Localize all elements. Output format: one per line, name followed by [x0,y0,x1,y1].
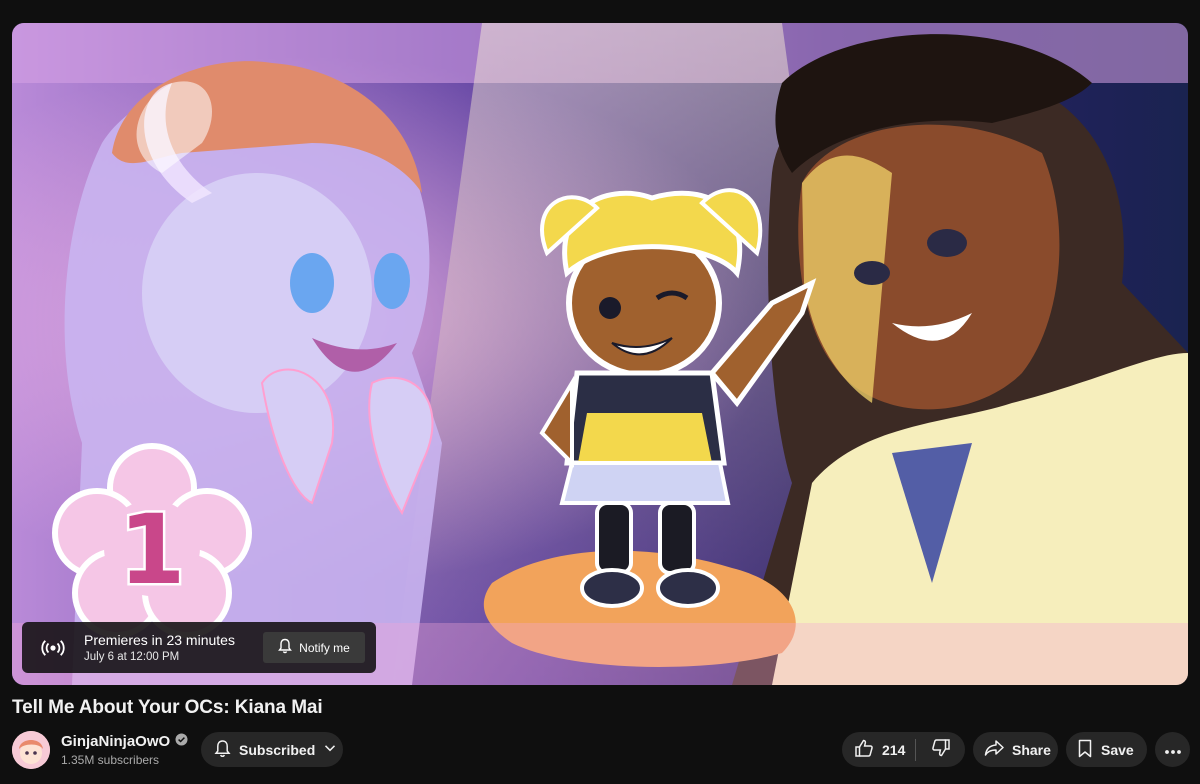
subscriber-count: 1.35M subscribers [61,753,160,767]
bookmark-icon [1077,739,1093,761]
notify-me-button[interactable]: Notify me [263,632,365,663]
like-count: 214 [882,741,906,758]
more-actions-button[interactable] [1155,732,1190,767]
more-horizontal-icon [1164,742,1182,758]
like-button[interactable]: 214 [842,732,915,767]
share-label: Share [1012,741,1051,758]
thumbs-down-icon [931,738,951,761]
chevron-down-icon [323,741,337,758]
video-thumbnail: 1 [12,23,1188,685]
bell-icon [214,739,231,761]
save-label: Save [1101,741,1134,758]
share-button[interactable]: Share [973,732,1058,767]
video-title: Tell Me About Your OCs: Kiana Mai [12,697,323,718]
verified-icon [175,733,188,750]
like-dislike-group: 214 [842,732,965,767]
save-button[interactable]: Save [1066,732,1147,767]
subscribed-button[interactable]: Subscribed [201,732,343,767]
premiere-datetime: July 6 at 12:00 PM [84,650,180,663]
svg-text:1: 1 [119,494,186,606]
bell-icon [278,638,293,657]
channel-name-text: GinjaNinjaOwO [61,733,171,750]
thumbs-up-icon [854,738,874,761]
channel-name[interactable]: GinjaNinjaOwO [61,733,188,750]
premiere-status: Premieres in 23 minutes [84,631,235,648]
premiere-banner: Premieres in 23 minutes July 6 at 12:00 … [22,622,376,673]
notify-me-label: Notify me [299,640,350,655]
channel-avatar[interactable] [12,731,50,769]
live-broadcast-icon [22,639,84,657]
dislike-button[interactable] [916,732,965,767]
subscribed-label: Subscribed [239,741,316,758]
video-player[interactable]: 1 [12,23,1188,685]
share-icon [984,739,1004,760]
